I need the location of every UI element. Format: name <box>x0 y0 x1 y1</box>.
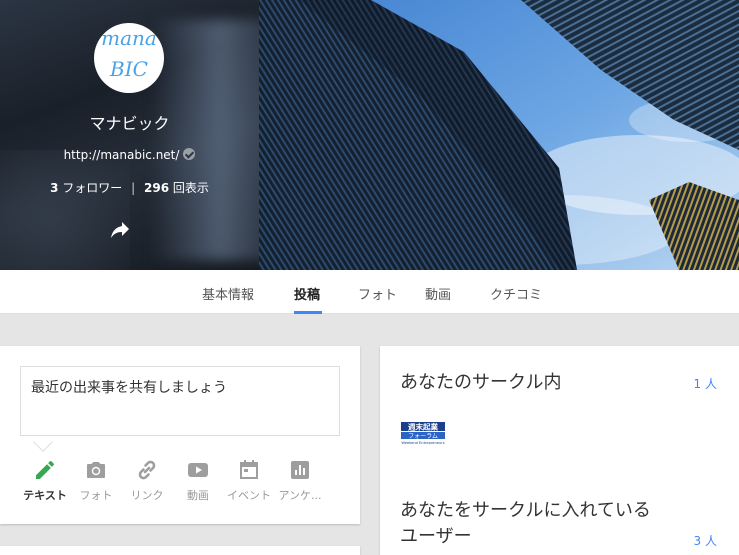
profile-tabs: 基本情報 投稿 フォト 動画 クチコミ <box>0 270 739 314</box>
profile-page: mana BIC マナビック http://manabic.net/ 3 フォロ… <box>0 0 739 555</box>
tab-photos[interactable]: フォト <box>358 284 397 303</box>
calendar-icon <box>240 460 258 479</box>
stats-separator: | <box>131 181 136 195</box>
tool-poll-label: アンケ... <box>278 489 322 502</box>
views-count: 296 <box>144 181 170 195</box>
tab-reviews[interactable]: クチコミ <box>490 284 542 303</box>
poll-icon <box>291 461 309 479</box>
pencil-icon <box>36 460 55 479</box>
tab-about[interactable]: 基本情報 <box>202 284 254 303</box>
have-you-in-circles-title: あなたをサークルに入れているユーザー <box>400 500 651 547</box>
verified-icon <box>183 148 196 160</box>
camera-icon <box>87 462 105 478</box>
next-card <box>0 546 360 555</box>
in-your-circles-count[interactable]: 1 人 <box>694 375 717 392</box>
profile-name: マナビック <box>89 114 170 133</box>
tab-posts[interactable]: 投稿 <box>294 284 320 303</box>
have-you-in-circles-count[interactable]: 3 人 <box>694 532 717 549</box>
cover-photo <box>259 0 739 270</box>
video-icon <box>188 463 208 477</box>
followers-label[interactable]: フォロワー <box>62 181 122 195</box>
share-button[interactable] <box>108 219 132 243</box>
post-composer: 最近の出来事を共有しましょう テキスト フォト リンク 動画 イベント アンケ.… <box>0 346 360 524</box>
profile-stats: 3 フォロワー | 296 回表示 <box>0 179 259 196</box>
tool-poll[interactable]: アンケ... <box>270 458 330 503</box>
logo-text-line3: Weekend Entrepreneurs <box>401 441 444 445</box>
share-placeholder: 最近の出来事を共有しましょう <box>31 380 227 396</box>
profile-url-link[interactable]: http://manabic.net/ <box>64 148 180 162</box>
profile-header: mana BIC マナビック http://manabic.net/ 3 フォロ… <box>0 0 739 270</box>
logo-text-line2: フォーラム <box>408 433 438 440</box>
profile-url-row: http://manabic.net/ <box>0 148 259 162</box>
share-arrow-icon <box>111 222 129 238</box>
in-your-circles-title: あなたのサークル内 <box>400 372 562 393</box>
tab-videos[interactable]: 動画 <box>425 284 451 303</box>
profile-panel: mana BIC マナビック http://manabic.net/ 3 フォロ… <box>0 0 259 270</box>
circles-card: あなたのサークル内 1 人 週末起業 フォーラム Weekend Entrepr… <box>380 346 739 555</box>
avatar[interactable]: mana BIC <box>94 23 164 93</box>
composer-tools: テキスト フォト リンク 動画 イベント アンケ... <box>0 458 360 518</box>
followers-count: 3 <box>50 181 59 195</box>
logo-text-line1: 週末起業 <box>408 422 438 432</box>
views-label: 回表示 <box>172 181 209 195</box>
avatar-text-line1: mana <box>101 26 157 50</box>
link-icon <box>138 460 156 480</box>
active-tab-indicator <box>294 311 322 314</box>
avatar-text-line2: BIC <box>110 57 148 81</box>
circle-member-avatar[interactable]: 週末起業 フォーラム Weekend Entrepreneurs <box>400 421 446 445</box>
share-input[interactable]: 最近の出来事を共有しましょう <box>20 366 340 436</box>
